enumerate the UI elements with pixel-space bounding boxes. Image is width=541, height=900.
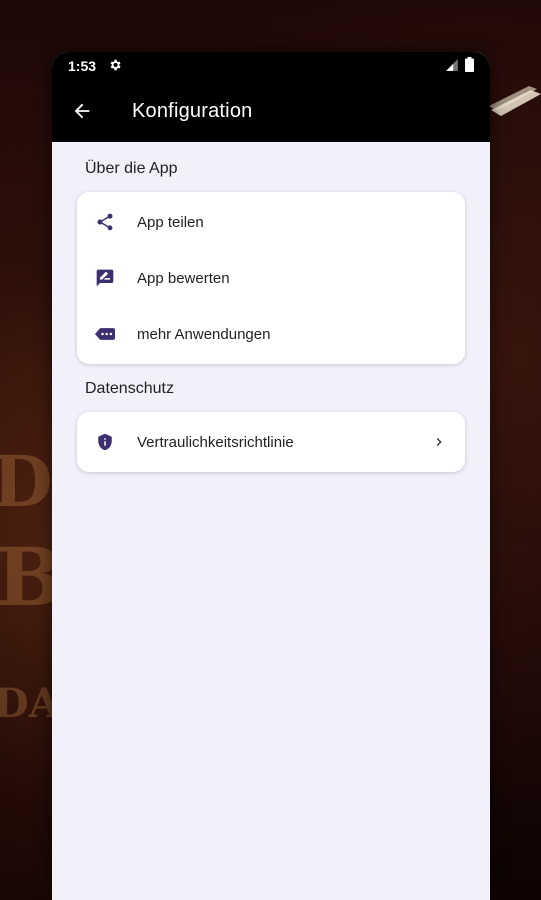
more-apps-item[interactable]: mehr Anwendungen	[77, 306, 465, 362]
rate-app-item[interactable]: App bewerten	[77, 250, 465, 306]
gear-icon	[108, 58, 122, 75]
signal-icon	[445, 58, 459, 75]
share-app-item[interactable]: App teilen	[77, 194, 465, 250]
privacy-shield-icon	[93, 430, 117, 454]
arrow-back-icon	[74, 103, 90, 119]
share-icon	[93, 210, 117, 234]
back-button[interactable]	[62, 91, 102, 131]
background-decoration: DA	[0, 680, 60, 727]
status-bar: 1:53	[52, 52, 490, 80]
background-decoration: D	[0, 440, 53, 523]
rate-app-label: App bewerten	[137, 269, 230, 287]
share-app-label: App teilen	[137, 213, 204, 231]
chevron-right-icon	[429, 432, 449, 452]
page-title: Konfiguration	[132, 99, 253, 122]
more-apps-label: mehr Anwendungen	[137, 325, 271, 343]
rate-review-icon	[93, 266, 117, 290]
section-header-privacy: Datenschutz	[85, 380, 174, 397]
battery-icon	[465, 57, 474, 75]
more-apps-icon	[93, 322, 117, 346]
privacy-policy-label: Vertraulichkeitsrichtlinie	[137, 433, 294, 451]
background-book-icon	[489, 86, 541, 116]
status-time: 1:53	[68, 58, 97, 74]
settings-content: Über die App App teilen App bewerten meh…	[52, 160, 490, 472]
section-header-about: Über die App	[85, 160, 178, 177]
privacy-policy-item[interactable]: Vertraulichkeitsrichtlinie	[77, 414, 465, 470]
background-wallpaper: D B DA 1:53 Konfiguration Über die App A…	[0, 0, 541, 900]
about-card: App teilen App bewerten mehr Anwendungen	[77, 192, 465, 364]
status-icons	[445, 57, 474, 75]
app-bar: Konfiguration	[52, 80, 490, 142]
app-window: 1:53 Konfiguration Über die App App teil…	[52, 52, 490, 900]
privacy-card: Vertraulichkeitsrichtlinie	[77, 412, 465, 472]
